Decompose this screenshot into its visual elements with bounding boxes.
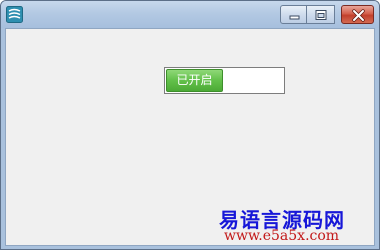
- maximize-icon: [315, 10, 327, 20]
- maximize-button[interactable]: [307, 5, 335, 24]
- toggle-on-label[interactable]: 已开启: [166, 69, 223, 92]
- close-icon: [352, 9, 365, 22]
- minimize-button[interactable]: [280, 5, 307, 24]
- close-button[interactable]: [341, 5, 374, 24]
- toggle-switch[interactable]: 已开启: [164, 67, 285, 94]
- watermark-url: www.e5a5x.com: [224, 228, 340, 244]
- app-window: 已开启 易语言源码网 www.e5a5x.com: [0, 0, 380, 250]
- minimize-icon: [289, 15, 300, 20]
- title-bar[interactable]: [1, 1, 379, 28]
- app-icon[interactable]: [6, 6, 23, 23]
